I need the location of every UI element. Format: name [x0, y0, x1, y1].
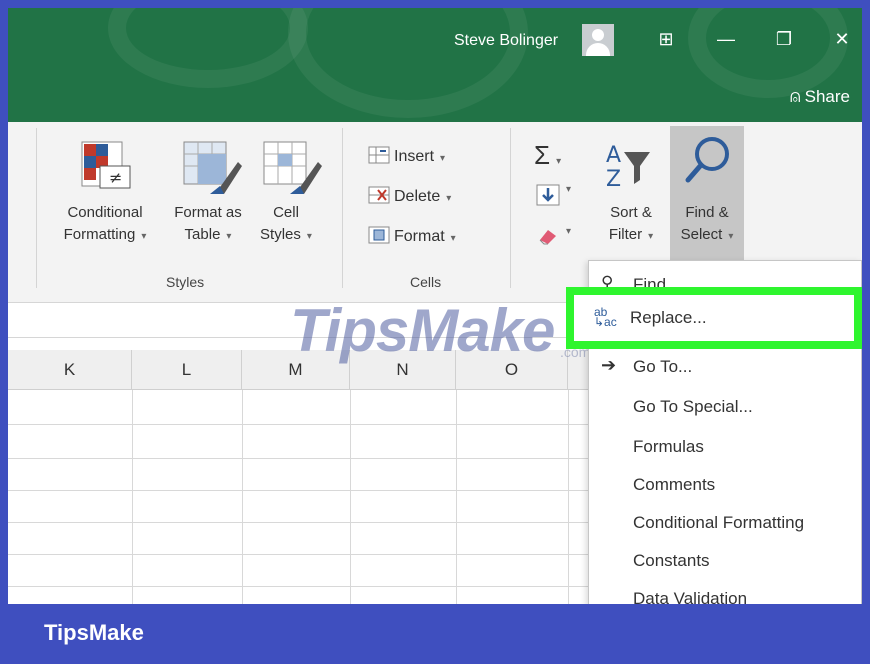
chevron-down-icon: ▾	[556, 156, 562, 167]
autosum-button[interactable]: Σ ▾	[534, 140, 561, 171]
autosum-icon: Σ	[534, 140, 551, 170]
insert-cells-icon	[368, 146, 390, 164]
find-select-label-1: Find &	[685, 204, 729, 221]
conditional-formatting-label-2: Formatting	[63, 226, 136, 243]
menu-item-formulas[interactable]: Formulas	[633, 437, 704, 457]
conditional-formatting-icon: ≠	[81, 141, 131, 189]
chevron-down-icon: ▾	[648, 231, 654, 242]
person-add-icon: ⍝	[789, 86, 801, 106]
group-separator	[510, 128, 511, 288]
title-bar-decoration	[108, 8, 308, 88]
column-header-k[interactable]: K	[8, 350, 132, 390]
format-as-table-icon	[183, 141, 242, 194]
find-select-button[interactable]: Find & Select ▾	[670, 126, 744, 272]
sort-filter-icon: A Z	[606, 143, 650, 192]
sort-filter-label-2: Filter	[608, 226, 643, 243]
group-separator	[342, 128, 343, 288]
format-button[interactable]: Format ▾	[368, 226, 456, 246]
menu-item-data-validation[interactable]: Data Validation	[633, 589, 747, 604]
fill-down-icon	[536, 184, 560, 206]
find-select-label-2: Select	[680, 226, 723, 243]
svg-text:≠: ≠	[109, 168, 122, 187]
delete-cells-icon	[368, 186, 390, 204]
chevron-down-icon: ▾	[446, 193, 452, 204]
footer-brand: TipsMake	[44, 620, 144, 645]
styles-group-label: Styles	[166, 274, 205, 290]
cell-styles-label-1: Cell	[273, 204, 299, 221]
sort-filter-label-1: Sort &	[610, 204, 652, 221]
share-label: Share	[804, 87, 850, 106]
cell-styles-icon	[263, 141, 322, 194]
restore-icon[interactable]: ❐	[766, 24, 802, 54]
chevron-down-icon: ▾	[566, 226, 572, 237]
svg-text:A: A	[606, 143, 621, 168]
close-icon[interactable]: ✕	[824, 24, 860, 54]
conditional-formatting-label-1: Conditional	[67, 204, 143, 221]
replace-icon: ab ↳ac	[594, 305, 617, 329]
chevron-down-icon: ▾	[566, 184, 572, 195]
fill-button[interactable]: ▾	[536, 184, 571, 211]
menu-item-go-to[interactable]: Go To...	[633, 357, 692, 377]
menu-item-replace-container[interactable]: ab ↳ac Replace...	[574, 295, 854, 341]
title-bar: Steve Bolinger ⊞ — ❐ ✕ ⍝ Share	[8, 8, 862, 122]
chevron-down-icon: ▾	[306, 231, 312, 242]
chevron-down-icon: ▾	[226, 231, 232, 242]
user-name[interactable]: Steve Bolinger	[454, 32, 558, 50]
footer-bar: TipsMake	[0, 604, 870, 664]
delete-label: Delete	[394, 188, 441, 205]
chevron-down-icon: ▾	[450, 233, 456, 244]
share-button[interactable]: ⍝ Share	[790, 86, 850, 107]
chevron-down-icon: ▾	[728, 231, 734, 242]
eraser-icon	[539, 230, 556, 245]
clear-button[interactable]: ▾	[536, 226, 571, 251]
insert-button[interactable]: Insert ▾	[368, 146, 445, 166]
format-as-table-label-2: Table	[184, 226, 221, 243]
svg-text:Z: Z	[606, 167, 621, 192]
cell-styles-label-2: Styles	[260, 226, 301, 243]
watermark: TipsMake	[290, 297, 555, 364]
arrow-right-icon: ➔	[601, 355, 617, 375]
group-separator	[36, 128, 37, 288]
column-header-l[interactable]: L	[132, 350, 242, 390]
chevron-down-icon: ▾	[141, 231, 147, 242]
avatar[interactable]	[582, 24, 614, 56]
menu-item-go-to-special[interactable]: Go To Special...	[633, 397, 753, 417]
title-bar-decoration	[288, 8, 528, 118]
chevron-down-icon: ▾	[440, 153, 446, 164]
delete-button[interactable]: Delete ▾	[368, 186, 451, 206]
search-icon	[685, 137, 729, 183]
cells-group-label: Cells	[410, 274, 442, 290]
menu-item-comments[interactable]: Comments	[633, 475, 715, 495]
insert-label: Insert	[394, 148, 435, 165]
ribbon-display-options-icon[interactable]: ⊞	[648, 24, 684, 54]
minimize-icon[interactable]: —	[708, 24, 744, 54]
format-cells-icon	[368, 226, 390, 244]
menu-item-conditional-formatting[interactable]: Conditional Formatting	[633, 513, 804, 533]
menu-item-replace[interactable]: Replace...	[630, 308, 707, 328]
menu-item-constants[interactable]: Constants	[633, 551, 710, 571]
format-as-table-label-1: Format as	[174, 204, 242, 221]
format-label: Format	[394, 228, 445, 245]
